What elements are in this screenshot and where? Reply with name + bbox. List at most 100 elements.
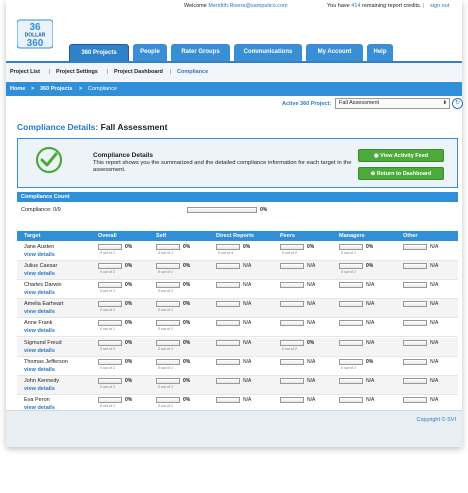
na-label: N/A [307,320,316,327]
user-email-link[interactable]: Meridith.Rivera@sampulico.com [208,3,287,9]
target-name: Jane Austen [24,244,55,250]
tab-help[interactable]: Help [367,44,393,61]
view-details-link[interactable]: view details [24,271,55,277]
view-details-link[interactable]: view details [24,252,55,258]
na-label: N/A [307,301,316,308]
progress-bar [339,396,363,403]
progress-bar [280,301,304,308]
completion-count: 0 out of 1 [100,289,115,294]
na-label: N/A [243,377,252,384]
active-project-select[interactable]: Fall Assessment ⬍ [335,98,450,109]
welcome-prefix: Welcome [184,3,207,9]
breadcrumb-home[interactable]: Home [10,82,25,96]
percent-label: 0% [183,263,191,270]
cell-direct: N/A [216,358,274,373]
details-heading: Compliance Details [93,152,153,159]
view-activity-feed-button[interactable]: ◉ View Activity Feed [358,149,444,162]
footer: Copyright © SVI [6,410,462,447]
tab-people[interactable]: People [133,44,167,61]
checkmark-icon [35,146,63,174]
subnav-compliance[interactable]: Compliance [177,63,208,81]
subnav-project-dashboard[interactable]: Project Dashboard [114,63,163,81]
percent-label: 0% [125,358,133,365]
percent-label: 0% [183,244,191,250]
page-title: Compliance Details: Fall Assessment [17,122,167,132]
cell-self: 0% 0 out of 1 [156,244,214,258]
progress-bar [156,377,180,384]
percent-label: 0% [125,320,133,327]
active-project-label: Active 360 Project: [282,101,332,107]
tab-communications[interactable]: Communications [234,44,302,61]
tab-360-projects[interactable]: 360 Projects [69,44,129,61]
col-direct-reports: Direct Reports [216,233,254,239]
target-name: Anne Frank [24,320,53,327]
breadcrumb-separator: > [31,86,35,92]
target-name: Eva Peron [24,396,50,403]
return-to-dashboard-label: Return to Dashboard [376,171,432,177]
cell-other: N/A [403,320,461,334]
logo[interactable]: 36 DOLLAR 360 [16,18,54,50]
completion-count: 0 out of 1 [158,251,173,255]
breadcrumb-360-projects[interactable]: 360 Projects [40,82,72,96]
cell-self: 0% 0 out of 1 [156,339,214,354]
progress-bar [156,358,180,365]
compliance-details-box: Compliance Details This report shows you… [17,138,458,188]
select-arrows-icon: ⬍ [442,100,447,106]
table-row: Jane Austen view details 0% 0 out of 2 0% 0 o… [17,242,458,261]
subnav-project-list[interactable]: Project List [10,63,40,81]
cell-direct: N/A [216,301,274,315]
na-label: N/A [307,263,316,270]
progress-bar [339,339,363,346]
cell-managers: 0% 0 out of 1 [339,244,397,258]
percent-label: 0% [307,244,315,250]
view-details-link[interactable]: view details [24,290,55,296]
na-label: N/A [243,339,252,346]
progress-bar [403,282,427,289]
compliance-progress-bar [187,207,257,213]
tab-rater-groups[interactable]: Rater Groups [171,44,230,61]
page-title-project: Fall Assessment [100,122,168,132]
completion-count: 0 out of 2 [100,365,115,370]
cell-overall: 0% 0 out of 2 [98,244,156,258]
view-details-link[interactable]: view details [24,348,55,354]
progress-bar [98,320,122,327]
target-name: Amelia Earheart [24,301,64,308]
sign-out-link[interactable]: sign out [430,0,449,12]
cell-direct: N/A [216,282,274,296]
na-label: N/A [366,377,375,384]
progress-bar [156,320,180,327]
cell-overall: 0% 0 out of 1 [98,282,156,296]
cell-direct: N/A [216,320,274,334]
cell-other: N/A [403,282,461,296]
table-header: Target Overall Self Direct Reports Peers… [17,231,458,241]
progress-bar [339,244,363,250]
cell-managers: N/A [339,301,397,315]
cell-peers: N/A [280,282,338,296]
na-label: N/A [243,301,252,308]
progress-bar [280,339,304,346]
percent-label: 0% [366,358,374,365]
view-details-link[interactable]: view details [24,309,55,315]
progress-bar [403,377,427,384]
completion-count: 0 out of 4 [218,251,233,255]
progress-bar [216,282,240,289]
na-label: N/A [366,301,375,308]
compliance-count-row: Compliance: 0/9 0% [17,205,458,215]
refresh-icon[interactable]: ↻ [452,98,463,109]
completion-count: 0 out of 2 [100,270,115,275]
subnav-project-settings[interactable]: Project Settings [56,63,98,81]
col-peers: Peers [280,233,295,239]
view-details-link[interactable]: view details [24,367,55,373]
cell-managers: N/A [339,396,397,411]
percent-label: 0% [125,263,133,270]
na-label: N/A [307,358,316,365]
compliance-pct: 0% [260,207,268,213]
cell-managers: N/A [339,282,397,296]
tab-my-account[interactable]: My Account [306,44,363,61]
return-to-dashboard-button[interactable]: ⊕ Return to Dashboard [358,167,444,180]
view-details-link[interactable]: view details [24,386,55,392]
view-details-link[interactable]: view details [24,328,55,334]
percent-label: 0% [243,244,251,250]
col-overall: Overall [98,233,117,239]
subnav-separator: | [107,69,109,75]
